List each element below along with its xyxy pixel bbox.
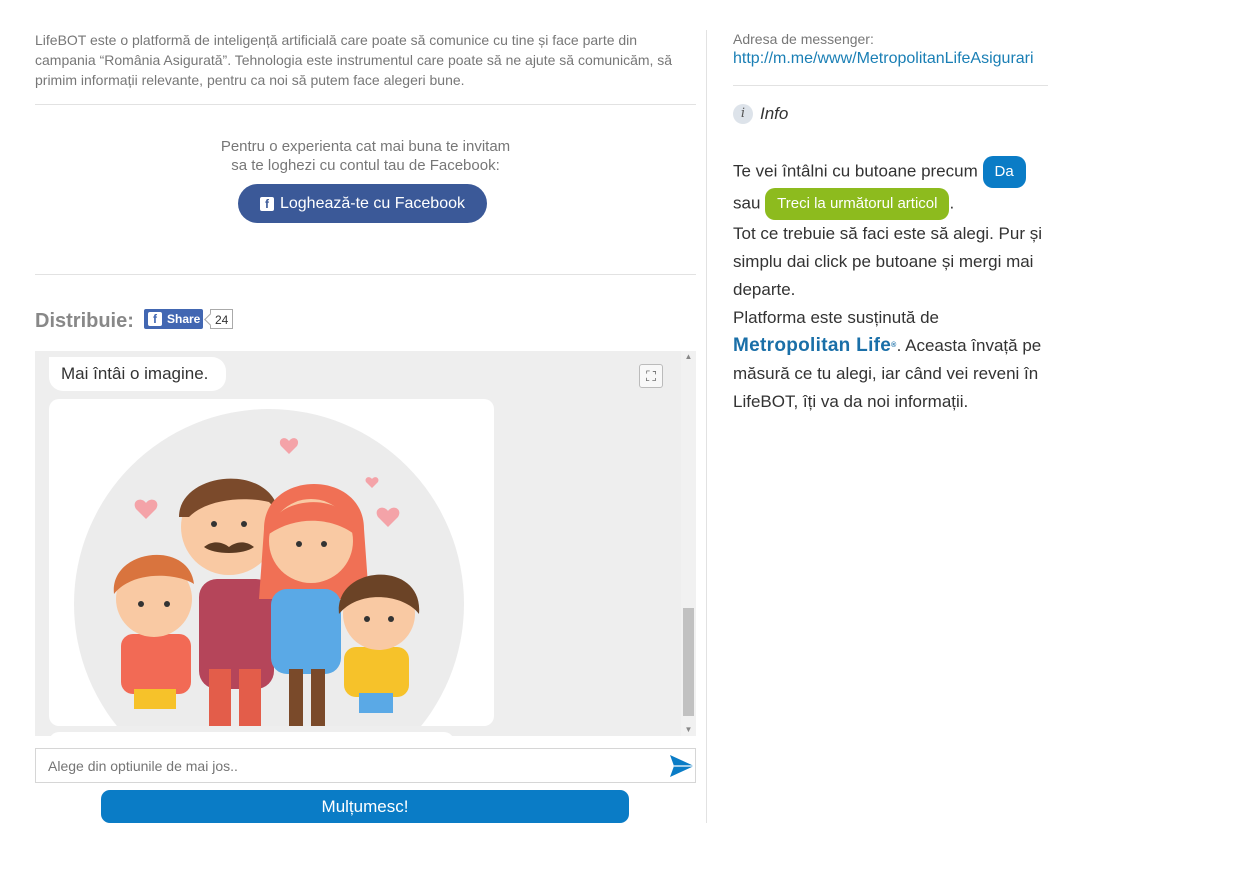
share-button-label: Share [167, 312, 201, 326]
info-text-1: Te vei întâlni cu butoane precum [733, 161, 978, 181]
invite-line-1: Pentru o experienta cat mai buna te invi… [220, 138, 511, 155]
share-label: Distribuie: [35, 310, 134, 332]
chat-message: Mai întâi o imagine. [49, 357, 227, 391]
divider [35, 274, 696, 275]
divider [35, 104, 696, 105]
chat-input-wrapper [35, 748, 696, 783]
example-next-article-button[interactable]: Treci la următorul articol [765, 188, 950, 220]
fullscreen-icon[interactable]: ⛶ [639, 364, 663, 388]
info-heading: i Info [733, 104, 788, 124]
scroll-thumb[interactable] [683, 608, 694, 716]
messenger-link[interactable]: http://m.me/www/MetropolitanLifeAsigurar… [733, 50, 1034, 68]
info-icon: i [733, 104, 753, 124]
share-count: 24 [210, 309, 234, 329]
info-text-3: Platforma este susținută de [733, 308, 940, 327]
info-description: Te vei întâlni cu butoane precum Da sau … [733, 156, 1048, 416]
info-title: Info [760, 104, 789, 123]
chat-scrollbar[interactable]: ▲ ▼ [681, 351, 696, 736]
scroll-down-icon[interactable]: ▼ [681, 724, 696, 736]
messenger-label: Adresa de messenger: [733, 31, 874, 47]
chat-image [49, 399, 494, 726]
send-icon[interactable] [669, 754, 695, 778]
divider [733, 85, 1048, 86]
chat-message-partial [49, 732, 454, 736]
chat-window: Mai întâi o imagine. ⛶ ▲ ▼ [35, 351, 696, 736]
facebook-share-button[interactable]: f Share [144, 309, 203, 329]
invite-line-2: sa te loghezi cu contul tau de Facebook: [231, 157, 500, 174]
facebook-login-button[interactable]: f Loghează-te cu Facebook [238, 184, 487, 223]
chat-input[interactable] [36, 749, 656, 782]
intro-text: LifeBOT este o platformă de inteligență … [35, 32, 673, 88]
scroll-up-icon[interactable]: ▲ [681, 351, 696, 363]
column-divider [706, 30, 707, 823]
reply-button[interactable]: Mulțumesc! [101, 790, 629, 823]
facebook-icon: f [259, 196, 274, 211]
facebook-invite: Pentru o experienta cat mai buna te invi… [35, 137, 696, 175]
info-text-sau: sau [733, 193, 761, 213]
metropolitan-life-logo: Metropolitan Life® [733, 335, 897, 356]
family-illustration [74, 409, 464, 726]
facebook-icon: f [148, 312, 162, 326]
info-text-2: Tot ce trebuie să faci este să alegi. Pu… [733, 224, 1042, 299]
example-da-button[interactable]: Da [982, 156, 1026, 188]
facebook-login-label: Loghează-te cu Facebook [279, 194, 465, 212]
